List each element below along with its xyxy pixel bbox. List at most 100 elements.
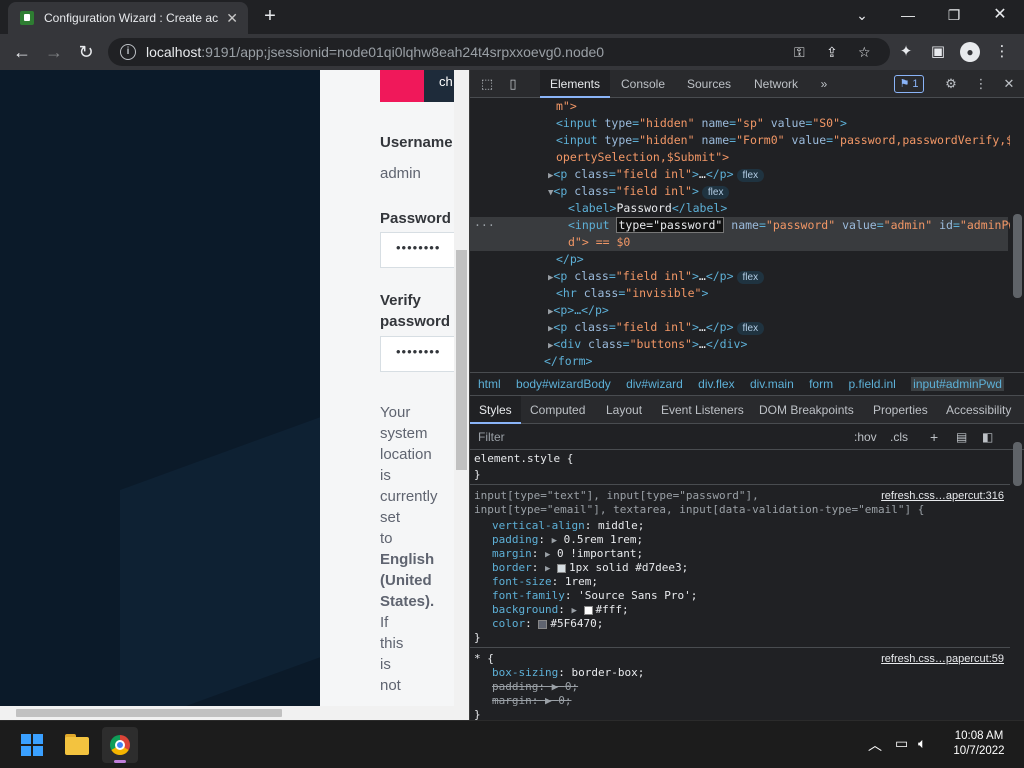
paint-icon[interactable]: ▤ (956, 424, 967, 450)
password-field[interactable]: •••••••• (380, 232, 454, 268)
rule-source-link[interactable]: refresh.css…papercut:59 (881, 652, 1004, 666)
color-swatch[interactable] (538, 619, 548, 629)
subtab-styles[interactable]: Styles (470, 396, 521, 424)
devtools-menu-icon[interactable]: ⋮ (972, 75, 990, 93)
profile-icon[interactable]: ● (960, 42, 980, 62)
styles-filter-input[interactable]: Filter (478, 424, 505, 450)
expand-arrow-icon[interactable]: ▶ (545, 564, 550, 574)
css-property-overridden[interactable]: margin: ▶ 0; (492, 694, 572, 708)
dom-line[interactable]: d"> == $0 (568, 234, 630, 251)
scrollbar-thumb[interactable] (456, 250, 467, 470)
issues-badge[interactable]: ⚑ 1 (894, 75, 924, 93)
star-icon[interactable]: ☆ (858, 38, 871, 66)
dom-line[interactable]: opertySelection,$Submit"> (556, 149, 729, 166)
flex-badge[interactable]: flex (736, 169, 765, 182)
restore-button[interactable]: ❐ (934, 4, 974, 26)
tab-search-icon[interactable]: ⌄ (842, 4, 882, 26)
flex-badge[interactable]: flex (736, 322, 765, 335)
rule-selector[interactable]: input[type="email"], textarea, input[dat… (474, 503, 924, 517)
site-info-icon[interactable]: i (120, 44, 136, 60)
color-swatch[interactable] (583, 605, 593, 615)
tab-close-icon[interactable]: ✕ (226, 10, 238, 27)
css-property[interactable]: vertical-align: middle; (492, 519, 644, 533)
dom-line[interactable]: m"> (556, 98, 577, 115)
breadcrumb-item[interactable]: div.flex (698, 377, 734, 391)
breadcrumb-item[interactable]: div.main (750, 377, 794, 391)
settings-gear-icon[interactable]: ⚙ (942, 75, 960, 93)
breadcrumb-item-selected[interactable]: input#adminPwd (911, 377, 1004, 391)
subtab-layout[interactable]: Layout (606, 396, 642, 424)
subtab-properties[interactable]: Properties (873, 396, 928, 424)
toggle-sidebar-icon[interactable]: ◧ (982, 424, 993, 450)
css-property[interactable]: font-size: 1rem; (492, 575, 598, 589)
key-icon[interactable]: ⚿ (794, 38, 805, 66)
scrollbar-thumb[interactable] (1013, 442, 1022, 486)
css-property-overridden[interactable]: padding: ▶ 0; (492, 680, 578, 694)
file-explorer-icon[interactable] (59, 727, 95, 763)
rule-selector[interactable]: * { (474, 652, 494, 666)
css-property[interactable]: margin: ▶ 0 !important; (492, 547, 643, 562)
css-property[interactable]: background: ▶ #fff; (492, 603, 629, 618)
dom-tree[interactable]: m"> <input type="hidden" name="sp" value… (470, 98, 1010, 368)
new-rule-icon[interactable]: + (930, 424, 938, 450)
breadcrumb-item[interactable]: p.field.inl (848, 377, 895, 391)
hover-state-toggle[interactable]: :hov (854, 424, 877, 450)
back-button[interactable]: ← (10, 40, 34, 64)
close-window-button[interactable]: ✕ (980, 4, 1020, 26)
css-property[interactable]: box-sizing: border-box; (492, 666, 644, 680)
rule-source-link[interactable]: refresh.css…apercut:316 (881, 489, 1004, 503)
breadcrumb-item[interactable]: html (478, 377, 501, 391)
expand-arrow-icon[interactable]: ▶ (552, 536, 557, 546)
more-tabs-button[interactable]: » (814, 70, 834, 98)
css-property[interactable]: color: #5F6470; (492, 617, 603, 631)
inspect-element-icon[interactable]: ⬚ (478, 75, 496, 93)
forward-button[interactable]: → (42, 40, 66, 64)
start-icon[interactable] (14, 727, 50, 763)
dom-line[interactable]: </p> (556, 251, 584, 268)
css-property[interactable]: padding: ▶ 0.5rem 1rem; (492, 533, 643, 548)
tab-console[interactable]: Console (616, 70, 670, 98)
dom-line-selected[interactable]: <input type="password" name="password" v… (568, 217, 1010, 234)
volume-icon[interactable]: 🔈︎ (918, 735, 926, 752)
sidebar-icon[interactable]: ▣ (926, 40, 950, 64)
element-style-selector[interactable]: element.style { (474, 452, 573, 466)
close-devtools-icon[interactable]: ✕ (1000, 75, 1018, 93)
breadcrumb-item[interactable]: body#wizardBody (516, 377, 611, 391)
color-swatch[interactable] (557, 563, 567, 573)
share-icon[interactable]: ⇪ (826, 38, 838, 66)
dom-tree-scrollbar[interactable] (1010, 98, 1024, 368)
minimize-button[interactable]: — (888, 4, 928, 26)
scrollbar-thumb[interactable] (16, 709, 282, 717)
subtab-accessibility[interactable]: Accessibility (946, 396, 1011, 424)
page-vertical-scrollbar[interactable] (454, 70, 469, 720)
expand-arrow-icon[interactable]: ▶ (571, 606, 576, 616)
top-button[interactable]: ch (424, 70, 454, 102)
subtab-dom-breakpoints[interactable]: DOM Breakpoints (759, 396, 854, 424)
verify-password-field[interactable]: •••••••• (380, 336, 454, 372)
reload-button[interactable]: ↻ (74, 40, 98, 64)
menu-icon[interactable]: ⋮ (990, 40, 1014, 64)
tab-sources[interactable]: Sources (682, 70, 736, 98)
dom-line[interactable]: <label>Password</label> (568, 200, 727, 217)
scrollbar-thumb[interactable] (1013, 214, 1022, 298)
editing-attribute[interactable]: type="password" (616, 217, 725, 233)
show-hidden-icons-icon[interactable]: ︿ (868, 735, 882, 755)
extensions-icon[interactable]: ✦ (894, 40, 918, 64)
chrome-icon[interactable] (102, 727, 138, 763)
page-horizontal-scrollbar[interactable] (0, 706, 469, 720)
network-icon[interactable]: ▭ (895, 735, 908, 752)
dom-line[interactable]: <input type="hidden" name="Form0" value=… (556, 132, 1010, 149)
dom-line[interactable]: </form> (544, 353, 592, 368)
styles-scrollbar[interactable] (1010, 424, 1024, 720)
class-toggle[interactable]: .cls (890, 424, 908, 450)
dom-line[interactable]: <hr class="invisible"> (556, 285, 708, 302)
flex-badge[interactable]: flex (736, 271, 765, 284)
dom-line[interactable]: <input type="hidden" name="sp" value="S0… (556, 115, 847, 132)
browser-tab[interactable]: Configuration Wizard : Create ac ✕ (8, 2, 248, 34)
expand-arrow-icon[interactable]: ▶ (545, 550, 550, 560)
subtab-event-listeners[interactable]: Event Listeners (661, 396, 744, 424)
breadcrumb-item[interactable]: form (809, 377, 833, 391)
breadcrumb-item[interactable]: div#wizard (626, 377, 683, 391)
rule-selector[interactable]: input[type="text"], input[type="password… (474, 489, 759, 503)
accent-button[interactable] (380, 70, 424, 102)
